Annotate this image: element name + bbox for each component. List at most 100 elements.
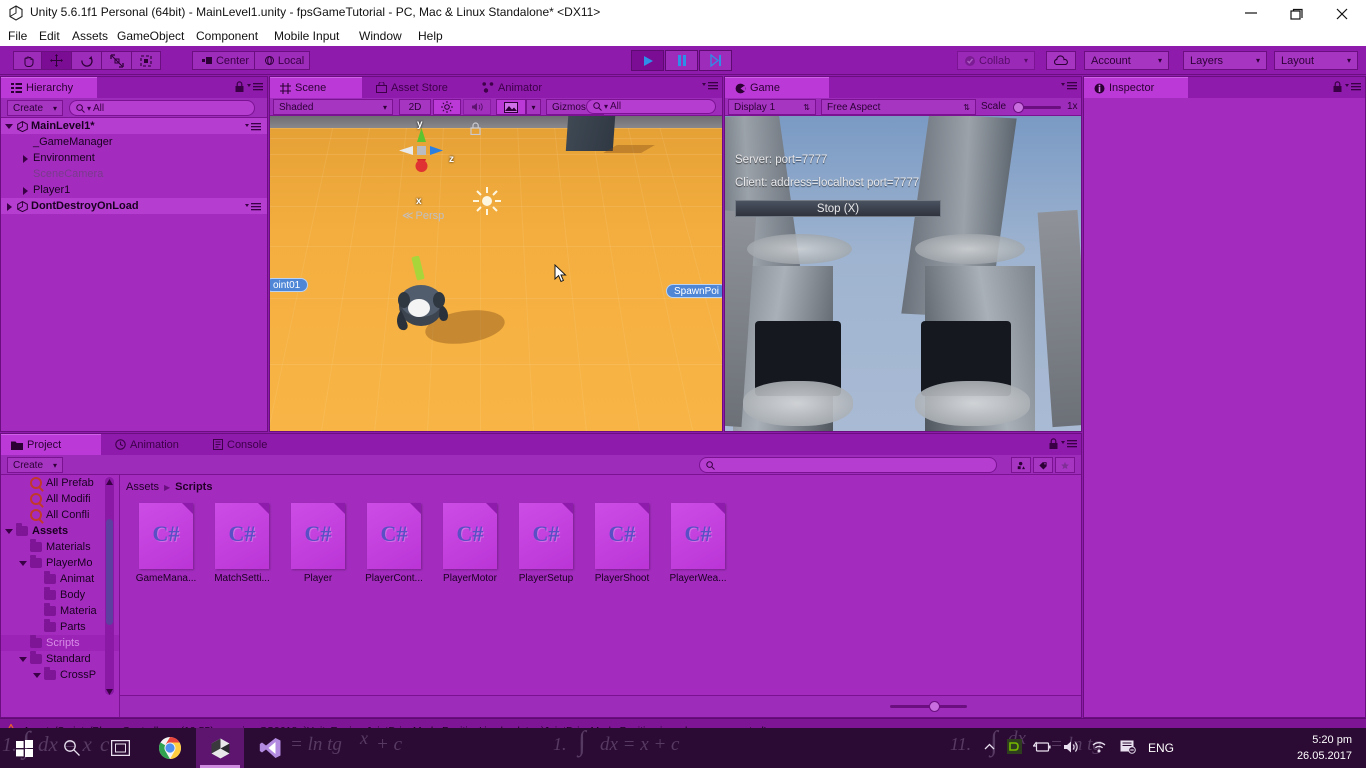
- layout-button[interactable]: Layout ▾: [1274, 51, 1358, 70]
- language-indicator[interactable]: ENG: [1142, 741, 1180, 755]
- tab-console[interactable]: Console: [203, 434, 285, 455]
- scene-lighting-toggle[interactable]: [433, 99, 461, 115]
- hud-stop-button[interactable]: Stop (X): [735, 200, 941, 217]
- project-tree-item-animat[interactable]: Animat: [1, 571, 119, 587]
- project-tree-item-materia[interactable]: Materia: [1, 603, 119, 619]
- pause-button[interactable]: [665, 50, 698, 71]
- project-tree-item-playermo[interactable]: PlayerMo: [1, 555, 119, 571]
- battery-icon[interactable]: [1027, 741, 1057, 756]
- panel-options-icon[interactable]: [1061, 439, 1077, 448]
- breadcrumb-assets[interactable]: Assets: [126, 481, 159, 493]
- tab-game[interactable]: Game: [725, 77, 829, 98]
- asset-item[interactable]: C# PlayerWea...: [664, 503, 732, 584]
- asset-item[interactable]: C# Player: [284, 503, 352, 584]
- hierarchy-item-mainlevel1[interactable]: MainLevel1*: [1, 118, 267, 134]
- asset-item[interactable]: C# MatchSetti...: [208, 503, 276, 584]
- display-dropdown[interactable]: Display 1 ⇅: [728, 99, 816, 115]
- hierarchy-item-gamemanager[interactable]: _GameManager: [1, 134, 267, 150]
- asset-item[interactable]: C# PlayerCont...: [360, 503, 428, 584]
- asset-size-slider-handle[interactable]: [929, 701, 940, 712]
- scene-viewport[interactable]: y z x ≪ Persp oint01 SpawnPoi: [270, 116, 722, 431]
- tab-project[interactable]: Project: [1, 434, 101, 455]
- chrome-icon[interactable]: [146, 728, 194, 768]
- row-options-icon[interactable]: [245, 122, 261, 131]
- project-folder-tree[interactable]: All Prefab All Modifi All Confli Assets Mate…: [1, 475, 119, 717]
- project-search-input[interactable]: [699, 457, 997, 473]
- panel-options-icon[interactable]: [1345, 82, 1361, 91]
- scene-search-input[interactable]: ▾ All: [586, 99, 716, 114]
- hierarchy-item-scenecamera[interactable]: SceneCamera: [1, 166, 267, 182]
- asset-item[interactable]: C# PlayerSetup: [512, 503, 580, 584]
- pivot-rotation-button[interactable]: Local: [254, 51, 310, 70]
- account-button[interactable]: Account ▾: [1084, 51, 1169, 70]
- minimize-button[interactable]: [1228, 0, 1274, 26]
- game-viewport[interactable]: Server: port=7777 Client: address=localh…: [725, 116, 1081, 431]
- rotate-tool-button[interactable]: [71, 51, 101, 70]
- scale-tool-button[interactable]: [101, 51, 131, 70]
- hierarchy-item-dontdestroyonload[interactable]: DontDestroyOnLoad: [1, 198, 267, 214]
- spawn-tag-left[interactable]: oint01: [270, 278, 309, 292]
- action-center-icon[interactable]: [1114, 740, 1142, 757]
- chevron-down-icon[interactable]: [5, 527, 14, 536]
- asset-grid[interactable]: C# GameMana... C# MatchSetti... C# Player C# Pl…: [120, 499, 1081, 695]
- panel-options-icon[interactable]: [247, 82, 263, 91]
- project-tree-item-allprefab[interactable]: All Prefab: [1, 475, 119, 491]
- spawn-tag-right[interactable]: SpawnPoi: [666, 284, 722, 298]
- shading-mode-dropdown[interactable]: Shaded ▾: [273, 99, 393, 115]
- chevron-right-icon[interactable]: [5, 202, 14, 211]
- tab-animation[interactable]: Animation: [105, 434, 199, 455]
- chevron-down-icon[interactable]: [5, 122, 14, 131]
- lock-icon[interactable]: [235, 81, 244, 92]
- search-icon[interactable]: [48, 728, 96, 768]
- project-content-area[interactable]: Assets ▶ Scripts C# GameMana... C# MatchSet…: [119, 475, 1081, 717]
- chevron-down-icon[interactable]: [33, 671, 42, 680]
- close-button[interactable]: [1320, 0, 1366, 26]
- scrollbar-thumb[interactable]: [106, 519, 113, 625]
- breadcrumb-scripts[interactable]: Scripts: [175, 481, 212, 493]
- start-button[interactable]: [0, 728, 48, 768]
- panel-options-icon[interactable]: [702, 81, 718, 90]
- menu-component[interactable]: Component: [196, 29, 258, 43]
- hierarchy-item-player1[interactable]: Player1: [1, 182, 267, 198]
- favorite-icon[interactable]: [1055, 457, 1075, 473]
- cloud-button[interactable]: [1046, 51, 1076, 70]
- project-create-button[interactable]: Create ▾: [7, 457, 63, 473]
- menu-window[interactable]: Window: [359, 29, 402, 43]
- collab-button[interactable]: Collab ▾: [957, 51, 1035, 70]
- menu-edit[interactable]: Edit: [39, 29, 60, 43]
- tab-inspector[interactable]: Inspector: [1084, 77, 1188, 98]
- step-button[interactable]: [699, 50, 732, 71]
- panel-options-icon[interactable]: [1061, 81, 1077, 90]
- chevron-right-icon[interactable]: [21, 154, 30, 163]
- breadcrumb[interactable]: Assets ▶ Scripts: [126, 481, 212, 493]
- project-tree-item-allmodifi[interactable]: All Modifi: [1, 491, 119, 507]
- scale-slider-handle[interactable]: [1013, 102, 1024, 113]
- project-tree-item-body[interactable]: Body: [1, 587, 119, 603]
- chevron-right-icon[interactable]: [21, 186, 30, 195]
- projection-label[interactable]: ≪ Persp: [402, 209, 444, 222]
- maximize-button[interactable]: [1274, 0, 1320, 26]
- tab-hierarchy[interactable]: Hierarchy: [1, 77, 97, 98]
- project-tree-item-crossp[interactable]: CrossP: [1, 667, 119, 683]
- hierarchy-tree[interactable]: MainLevel1* _GameManager Environment SceneC…: [1, 118, 267, 431]
- asset-item[interactable]: C# GameMana...: [132, 503, 200, 584]
- volume-icon[interactable]: [1057, 740, 1086, 757]
- asset-size-slider[interactable]: [890, 701, 967, 712]
- scene-axis-gizmo[interactable]: [393, 122, 449, 178]
- hierarchy-create-button[interactable]: Create ▾: [7, 100, 63, 116]
- scale-slider[interactable]: [1013, 102, 1061, 113]
- project-tree-scrollbar[interactable]: [105, 477, 114, 695]
- asset-item[interactable]: C# PlayerMotor: [436, 503, 504, 584]
- menu-help[interactable]: Help: [418, 29, 443, 43]
- pivot-mode-button[interactable]: Center: [192, 51, 254, 70]
- move-tool-button[interactable]: [41, 51, 71, 70]
- menu-mobile-input[interactable]: Mobile Input: [274, 29, 339, 43]
- task-view-icon[interactable]: [96, 728, 144, 768]
- nvidia-icon[interactable]: [1002, 739, 1027, 757]
- tab-scene[interactable]: Scene: [270, 77, 362, 98]
- visual-studio-icon[interactable]: [246, 728, 294, 768]
- unity-icon[interactable]: [196, 728, 244, 768]
- project-tree-item-assets[interactable]: Assets: [1, 523, 119, 539]
- row-options-icon[interactable]: [245, 202, 261, 211]
- play-button[interactable]: [631, 50, 664, 71]
